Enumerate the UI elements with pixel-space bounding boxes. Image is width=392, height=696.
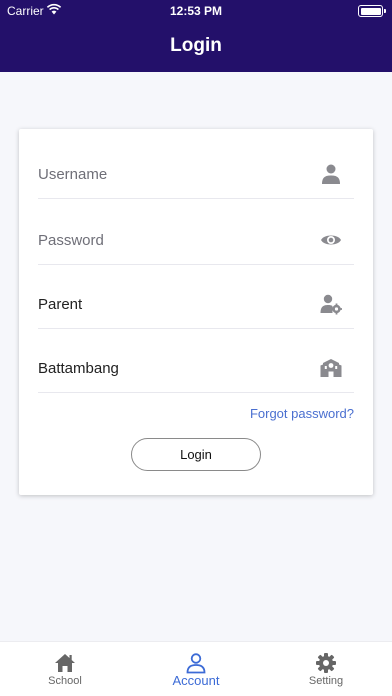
role-select[interactable]: Parent: [38, 263, 354, 329]
role-value: Parent: [38, 296, 83, 313]
tab-school[interactable]: School: [0, 642, 130, 696]
user-outline-icon: [186, 653, 206, 674]
password-placeholder: Password: [38, 232, 104, 249]
forgot-password-link[interactable]: Forgot password?: [250, 406, 354, 421]
bottom-tab-bar: School Account Setting: [0, 641, 392, 696]
home-icon: [55, 654, 75, 672]
school-value: Battambang: [38, 360, 119, 377]
tab-account[interactable]: Account: [131, 642, 261, 696]
eye-icon[interactable]: [320, 229, 342, 251]
tab-school-label: School: [48, 675, 82, 687]
user-gear-icon: [320, 294, 342, 315]
school-select[interactable]: Battambang: [38, 327, 354, 393]
login-card: Username Password Parent Battambang Forg…: [19, 129, 373, 495]
username-field[interactable]: Username: [38, 133, 354, 199]
user-icon: [322, 164, 340, 184]
app-header: Carrier 12:53 PM Login: [0, 0, 392, 72]
login-button[interactable]: Login: [131, 438, 261, 471]
page-title: Login: [170, 35, 222, 56]
tab-setting[interactable]: Setting: [261, 642, 391, 696]
school-icon: [320, 359, 342, 377]
password-field[interactable]: Password: [38, 199, 354, 265]
status-bar: Carrier 12:53 PM: [0, 0, 392, 22]
battery-icon: [358, 5, 386, 17]
tab-account-label: Account: [172, 673, 220, 688]
username-placeholder: Username: [38, 166, 108, 183]
gear-icon: [316, 653, 336, 673]
tab-setting-label: Setting: [308, 675, 344, 687]
status-time: 12:53 PM: [169, 4, 223, 18]
